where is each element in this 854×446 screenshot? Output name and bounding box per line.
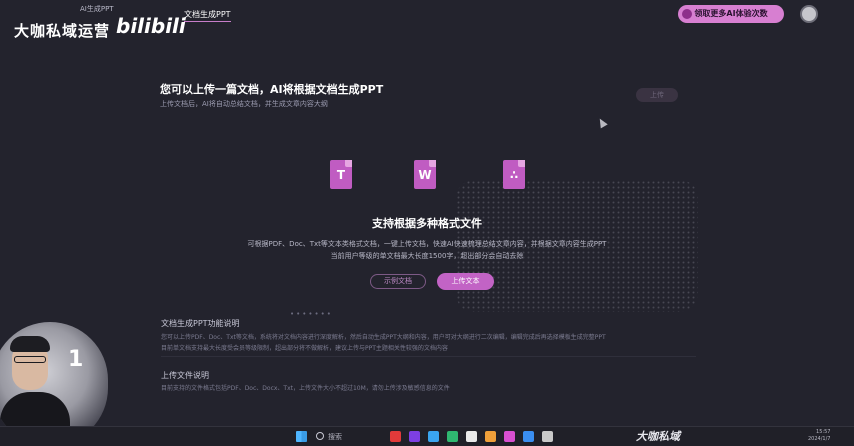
section-title-feature: 文档生成PPT功能说明 — [161, 319, 240, 328]
tab-doc-to-ppt[interactable]: 文档生成PPT — [184, 9, 231, 22]
taskbar-app-icon[interactable] — [390, 431, 401, 442]
taskbar-app-icon[interactable] — [428, 431, 439, 442]
taskbar-app-icon[interactable] — [466, 431, 477, 442]
pdf-file-icon: ∴ — [503, 160, 525, 189]
watermark-logo: 大咖私域 — [636, 430, 680, 443]
section-text: 您可以上传PDF、Doc、Txt等文档，系统将对文档内容进行深度解析，然后自动生… — [161, 334, 606, 341]
formats-limit-note: 当前用户等级的单文档最大长度1500字，超出部分会自动去除 — [330, 252, 524, 260]
presenter-glasses — [14, 356, 46, 363]
clock-time: 15:57 — [816, 429, 831, 435]
taskbar-app-icon[interactable] — [447, 431, 458, 442]
taskbar: 搜索 大咖私域 15:57 2024/1/7 — [0, 426, 854, 446]
taskbar-app-icon[interactable] — [409, 431, 420, 442]
taskbar-app-icon[interactable] — [504, 431, 515, 442]
experience-button-label: 领取更多AI体验次数 — [694, 9, 768, 18]
bilibili-logo: bilibili — [116, 14, 186, 38]
formats-description: 可根据PDF、Doc、Txt等文本类格式文档，一键上传文档，快速AI快速梳理总结… — [247, 240, 607, 248]
divider — [161, 356, 696, 357]
experience-button[interactable]: 领取更多AI体验次数 — [678, 5, 784, 23]
section-text: 目前支持的文件格式包括PDF、Doc、Docx、Txt，上传文件大小不超过10M… — [161, 385, 450, 392]
taskbar-app-icon[interactable] — [485, 431, 496, 442]
section-text: 目前单文档支持最大长度受会员等级限制，超出部分将不做解析，建议上传与PPT主题相… — [161, 345, 448, 352]
system-clock[interactable]: 15:57 2024/1/7 — [808, 429, 830, 443]
upload-text-button[interactable]: 上传文本 — [437, 273, 494, 290]
formats-title: 支持根据多种格式文件 — [372, 217, 482, 230]
brand-title: 大咖私域运营 — [14, 22, 111, 40]
user-avatar[interactable] — [800, 5, 818, 23]
webcam-badge: 1 — [68, 347, 84, 372]
word-file-icon: W — [414, 160, 436, 189]
section-title-upload: 上传文件说明 — [161, 371, 209, 380]
taskbar-app-icon[interactable] — [523, 431, 534, 442]
clock-date: 2024/1/7 — [808, 436, 831, 442]
taskbar-app-icon[interactable] — [542, 431, 553, 442]
search-icon[interactable] — [316, 432, 324, 440]
upload-subtitle: 上传文档后，AI将自动总结文档，并生成文章内容大纲 — [160, 100, 328, 108]
pager-dots: ••••••• — [290, 310, 333, 318]
upload-ghost-button[interactable]: 上传 — [636, 88, 678, 102]
txt-file-icon: T — [330, 160, 352, 189]
mouse-cursor-icon — [596, 116, 608, 129]
brand-subtitle: AI生成PPT — [80, 5, 114, 13]
presenter-hair — [10, 336, 50, 352]
windows-start-icon[interactable] — [296, 431, 307, 442]
gift-icon — [682, 9, 692, 19]
upload-title: 您可以上传一篇文档，AI将根据文档生成PPT — [160, 83, 384, 96]
top-bar: AI生成PPT 大咖私域运营 bilibili 文档生成PPT 领取更多AI体验… — [0, 0, 854, 40]
taskbar-search[interactable]: 搜索 — [328, 432, 342, 442]
sample-doc-button[interactable]: 示例文档 — [370, 274, 426, 289]
